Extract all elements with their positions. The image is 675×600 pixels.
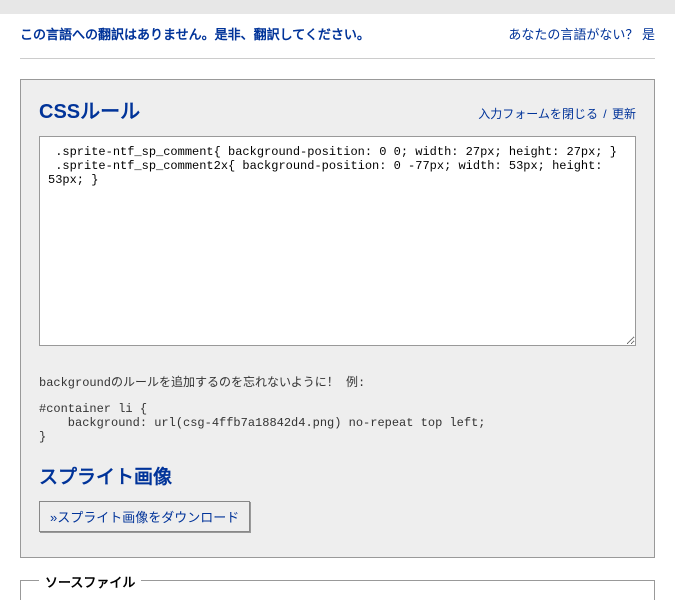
link-separator: / <box>603 107 606 121</box>
panel-header: CSSルール 入力フォームを閉じる / 更新 <box>39 95 636 124</box>
language-question-link[interactable]: あなたの言語がない？ 是 <box>508 24 655 43</box>
source-files-legend: ソースファイル <box>39 572 141 591</box>
background-hint: backgroundのルールを追加するのを忘れないように！ 例: <box>39 373 636 390</box>
css-rules-textarea[interactable] <box>39 136 636 346</box>
refresh-link[interactable]: 更新 <box>612 107 636 121</box>
sprite-image-title: スプライト画像 <box>39 462 636 489</box>
top-bar <box>0 0 675 14</box>
download-sprite-button[interactable]: »スプライト画像をダウンロード <box>39 501 250 532</box>
css-rules-panel: CSSルール 入力フォームを閉じる / 更新 backgroundのルールを追加… <box>20 79 655 558</box>
header-row: この言語への翻訳はありません。是非、翻訳してください。 あなたの言語がない？ 是 <box>0 14 675 58</box>
code-example: #container li { background: url(csg-4ffb… <box>39 402 636 444</box>
close-form-link[interactable]: 入力フォームを閉じる <box>478 107 598 121</box>
source-files-fieldset: ソースファイル <box>20 580 655 600</box>
panel-links: 入力フォームを閉じる / 更新 <box>478 105 636 122</box>
header-divider <box>20 58 655 59</box>
panel-title: CSSルール <box>39 95 140 124</box>
translation-notice: この言語への翻訳はありません。是非、翻訳してください。 <box>20 24 370 43</box>
